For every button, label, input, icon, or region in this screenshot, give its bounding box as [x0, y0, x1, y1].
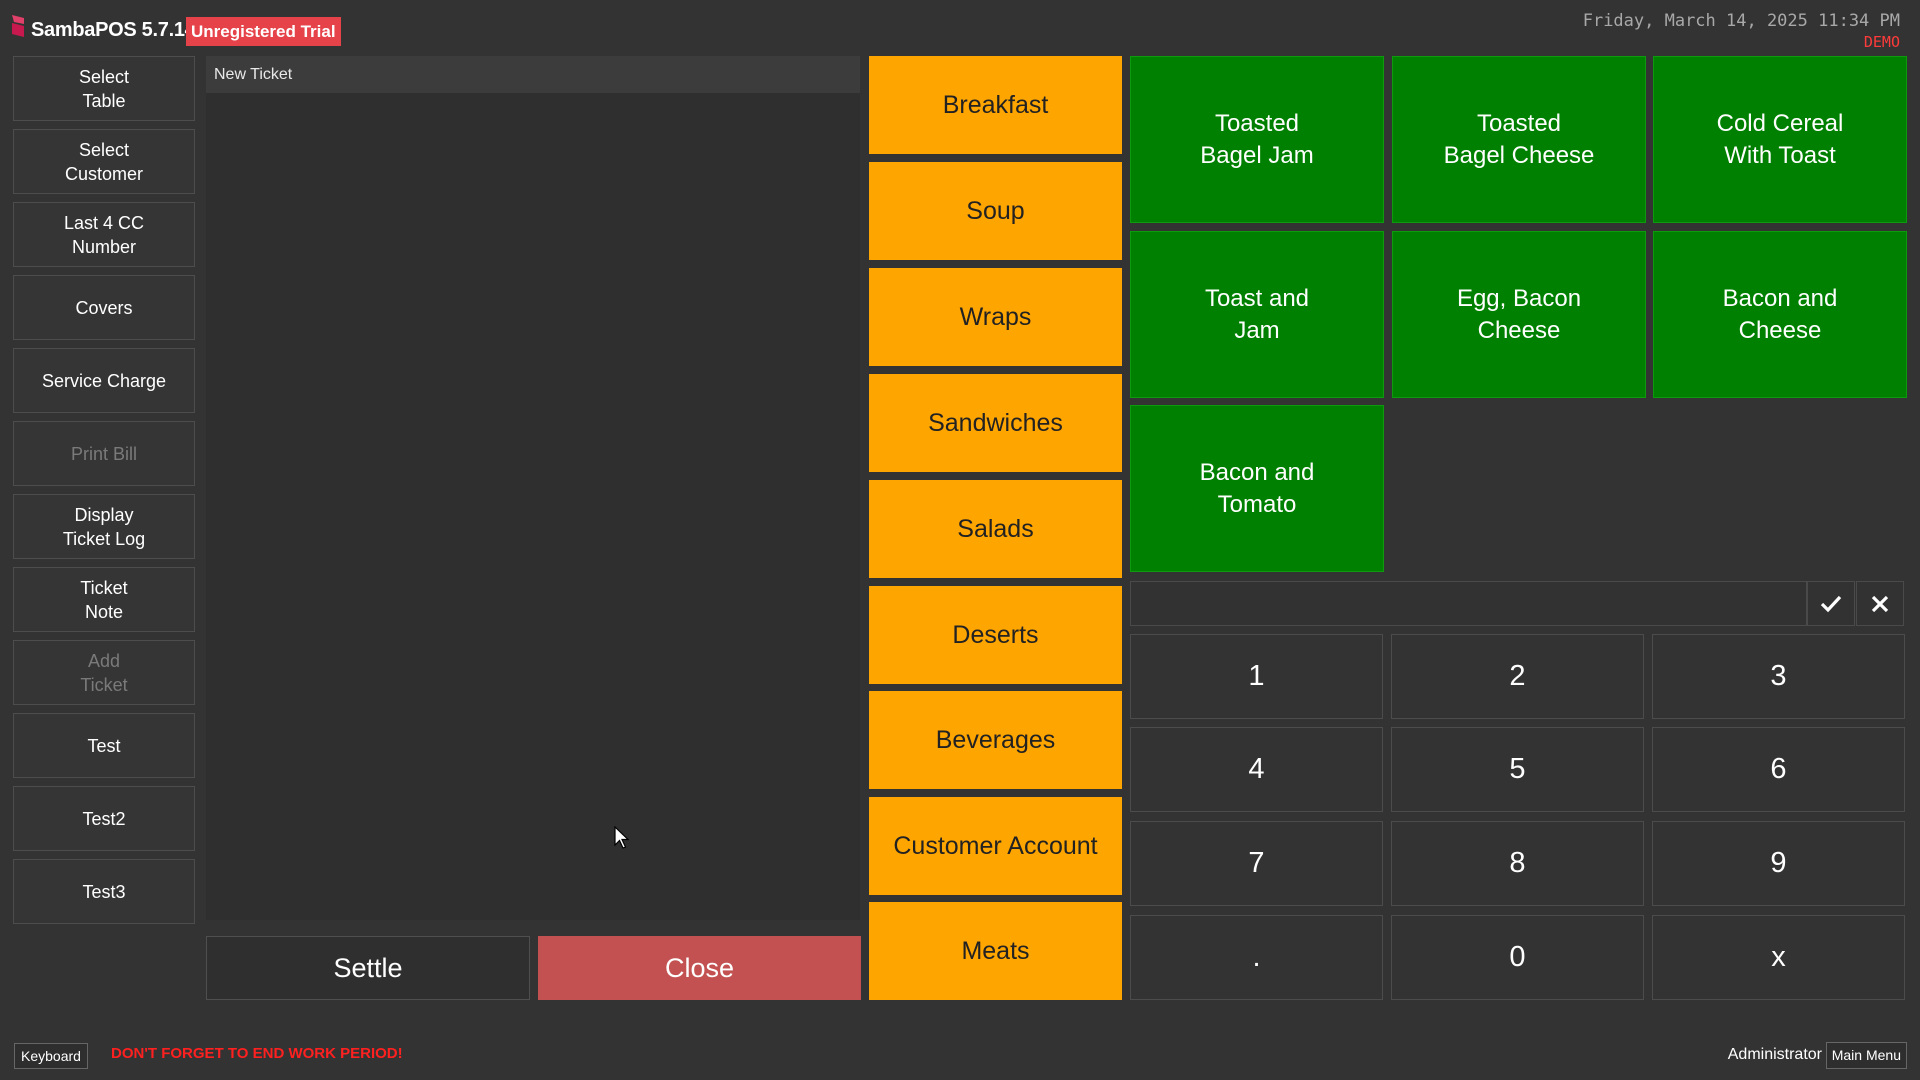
numpad-key-0[interactable]: 0 [1391, 915, 1644, 1000]
mouse-cursor-icon [614, 826, 630, 849]
category-soup[interactable]: Soup [869, 162, 1122, 260]
samba-logo-icon [12, 15, 24, 37]
test3-button[interactable]: Test3 [13, 859, 195, 924]
display-ticket-log-button[interactable]: Display Ticket Log [13, 494, 195, 559]
demo-mode-label: DEMO [1863, 33, 1900, 51]
close-icon [1871, 595, 1889, 612]
clear-button[interactable] [1856, 581, 1904, 626]
select-table-button[interactable]: Select Table [13, 56, 195, 121]
check-icon [1820, 595, 1842, 612]
covers-button[interactable]: Covers [13, 275, 195, 340]
category-wraps[interactable]: Wraps [869, 268, 1122, 366]
user-name: Administrator [1727, 1046, 1822, 1063]
service-charge-button[interactable]: Service Charge [13, 348, 195, 413]
menu-item-toasted-bagel-jam[interactable]: Toasted Bagel Jam [1130, 56, 1384, 223]
confirm-button[interactable] [1807, 581, 1855, 626]
app-title: SambaPOS 5.7.14 [31, 19, 196, 41]
category-customer-account[interactable]: Customer Account [869, 797, 1122, 895]
numpad-key-6[interactable]: 6 [1652, 727, 1905, 812]
ticket-title: New Ticket [206, 56, 860, 93]
test2-button[interactable]: Test2 [13, 786, 195, 851]
menu-item-bacon-and-tomato[interactable]: Bacon and Tomato [1130, 405, 1384, 572]
ticket-panel[interactable]: New Ticket [206, 56, 860, 920]
test-button[interactable]: Test [13, 713, 195, 778]
numpad-key-3[interactable]: 3 [1652, 634, 1905, 719]
datetime-display: Friday, March 14, 2025 11:34 PM [1582, 11, 1900, 31]
menu-item-bacon-and-cheese[interactable]: Bacon and Cheese [1653, 231, 1907, 398]
category-beverages[interactable]: Beverages [869, 691, 1122, 789]
print-bill-button[interactable]: Print Bill [13, 421, 195, 486]
add-ticket-button[interactable]: Add Ticket [13, 640, 195, 705]
category-meats[interactable]: Meats [869, 902, 1122, 1000]
close-ticket-button[interactable]: Close [538, 936, 861, 1000]
numpad-key-2[interactable]: 2 [1391, 634, 1644, 719]
menu-item-egg-bacon-cheese[interactable]: Egg, Bacon Cheese [1392, 231, 1646, 398]
trial-badge: Unregistered Trial [186, 17, 341, 46]
menu-item-toasted-bagel-cheese[interactable]: Toasted Bagel Cheese [1392, 56, 1646, 223]
numpad-key-decimal[interactable]: . [1130, 915, 1383, 1000]
numpad-key-8[interactable]: 8 [1391, 821, 1644, 906]
numpad-key-7[interactable]: 7 [1130, 821, 1383, 906]
ticket-note-button[interactable]: Ticket Note [13, 567, 195, 632]
category-breakfast[interactable]: Breakfast [869, 56, 1122, 154]
numpad-key-multiply[interactable]: x [1652, 915, 1905, 1000]
category-sandwiches[interactable]: Sandwiches [869, 374, 1122, 472]
numpad-key-4[interactable]: 4 [1130, 727, 1383, 812]
numpad-input[interactable] [1130, 581, 1807, 626]
menu-item-toast-and-jam[interactable]: Toast and Jam [1130, 231, 1384, 398]
category-salads[interactable]: Salads [869, 480, 1122, 578]
numpad-key-9[interactable]: 9 [1652, 821, 1905, 906]
category-deserts[interactable]: Deserts [869, 586, 1122, 684]
numpad-key-5[interactable]: 5 [1391, 727, 1644, 812]
work-period-warning: DON'T FORGET TO END WORK PERIOD! [111, 1045, 403, 1062]
app-header: SambaPOS 5.7.14 Unregistered Trial Frida… [0, 0, 1920, 56]
menu-item-cold-cereal-with-toast[interactable]: Cold Cereal With Toast [1653, 56, 1907, 223]
settle-button[interactable]: Settle [206, 936, 530, 1000]
numpad-key-1[interactable]: 1 [1130, 634, 1383, 719]
last-4-cc-number-button[interactable]: Last 4 CC Number [13, 202, 195, 267]
keyboard-button[interactable]: Keyboard [14, 1043, 88, 1069]
select-customer-button[interactable]: Select Customer [13, 129, 195, 194]
main-menu-button[interactable]: Main Menu [1825, 1042, 1907, 1069]
